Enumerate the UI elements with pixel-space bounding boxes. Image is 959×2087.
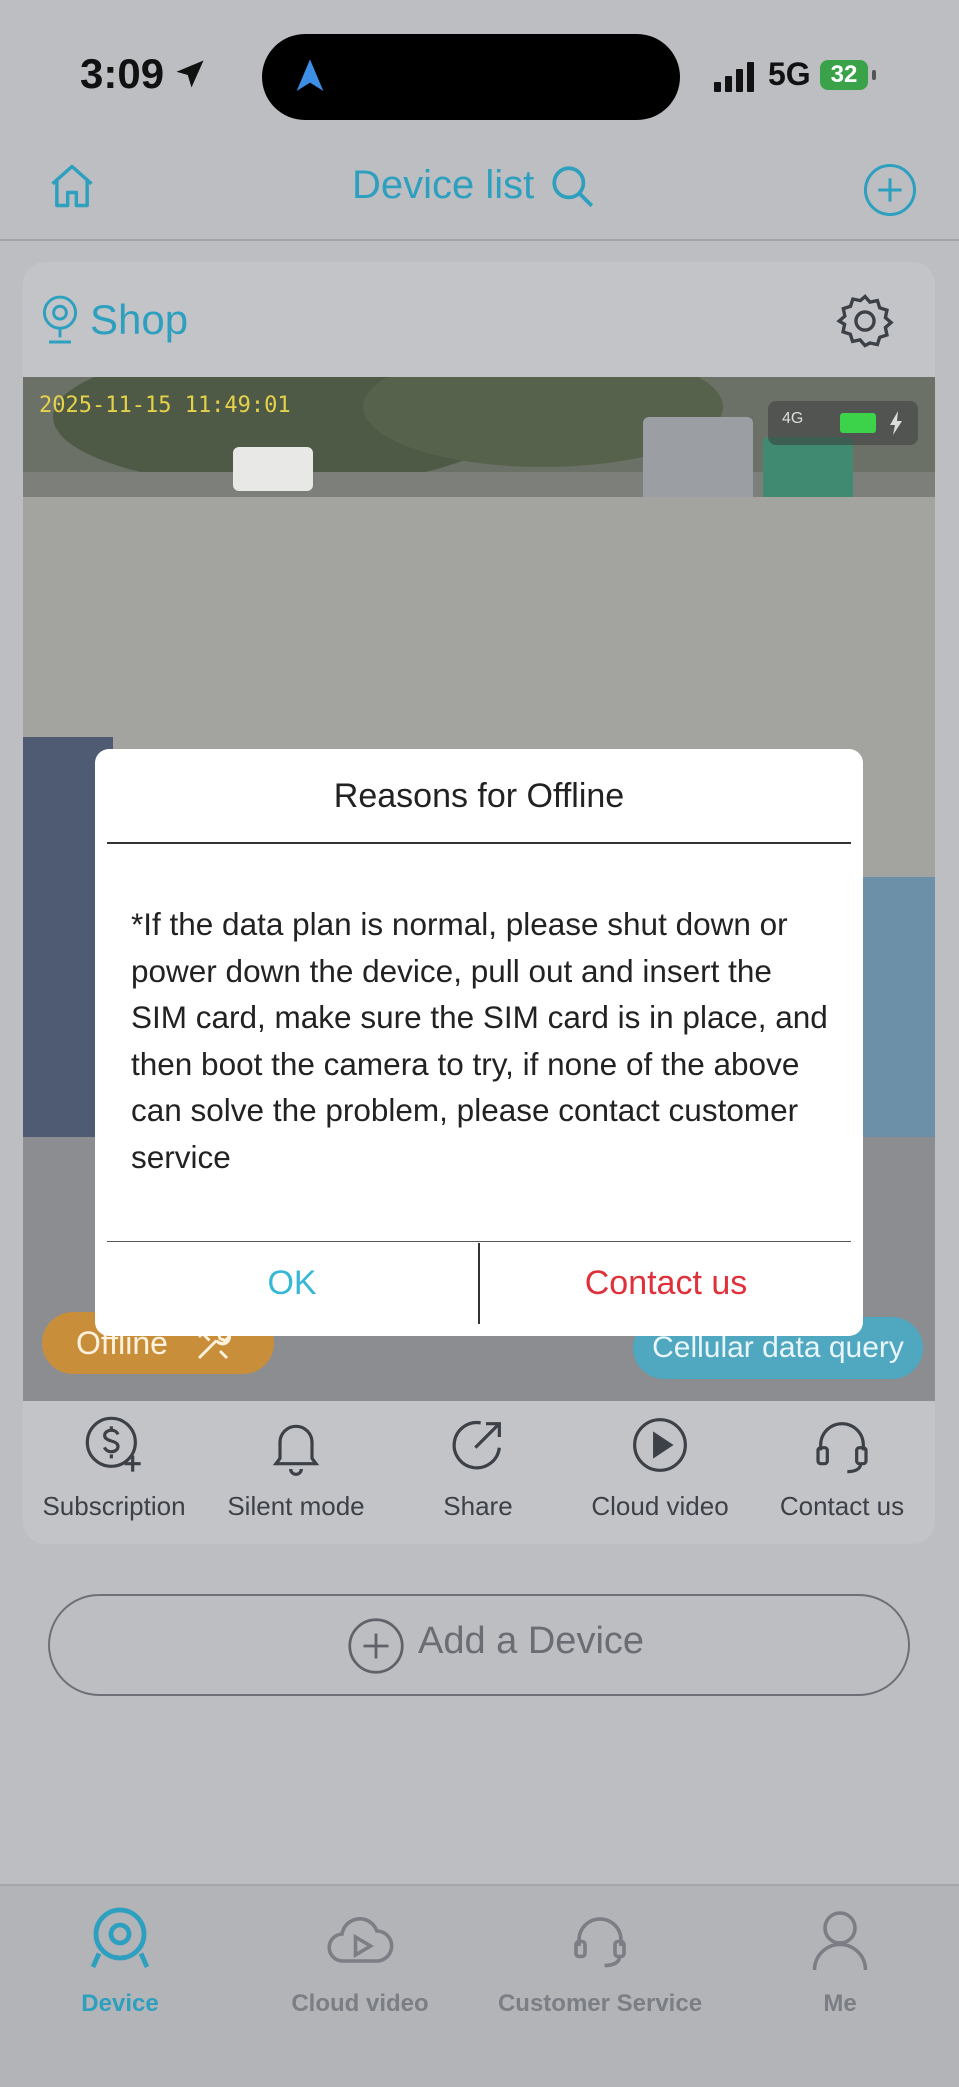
battery-indicator: 32 bbox=[820, 60, 868, 90]
add-device-plus-icon bbox=[346, 1616, 406, 1676]
location-arrow-icon bbox=[172, 56, 208, 92]
nav-cloud-video[interactable]: Cloud video bbox=[240, 1904, 480, 2018]
dialog-divider-bottom bbox=[107, 1241, 851, 1242]
header-divider bbox=[0, 239, 959, 241]
device-name: Shop bbox=[90, 296, 189, 343]
nav-customer-service[interactable]: Customer Service bbox=[480, 1904, 720, 2018]
user-icon bbox=[804, 1904, 876, 1976]
dialog-divider-top bbox=[107, 842, 851, 844]
dialog-title: Reasons for Offline bbox=[333, 777, 625, 815]
contact-us-action[interactable]: Contact us bbox=[751, 1413, 933, 1522]
contact-us-button[interactable]: Contact us bbox=[481, 1243, 851, 1323]
camera-status-badge: 4G bbox=[768, 401, 918, 445]
dollar-plus-icon bbox=[82, 1413, 146, 1477]
home-icon[interactable] bbox=[46, 160, 98, 212]
location-pin-icon bbox=[38, 294, 82, 346]
nav-label: Cloud video bbox=[291, 1990, 429, 2017]
headset-icon bbox=[810, 1413, 874, 1477]
action-label: Cloud video bbox=[591, 1491, 729, 1521]
dynamic-island bbox=[262, 34, 680, 120]
action-label: Contact us bbox=[779, 1491, 905, 1521]
cloud-play-icon bbox=[324, 1904, 396, 1976]
action-label: Silent mode bbox=[227, 1491, 365, 1521]
signal-icon bbox=[714, 62, 760, 92]
camera-network-label: 4G bbox=[782, 410, 804, 427]
action-label: Subscription bbox=[42, 1491, 186, 1521]
headset-icon bbox=[564, 1904, 636, 1976]
settings-gear-icon[interactable] bbox=[834, 290, 896, 352]
page-title: Device list bbox=[352, 163, 535, 207]
dialog-button-divider bbox=[478, 1243, 480, 1324]
ok-button[interactable]: OK bbox=[107, 1243, 477, 1323]
navigation-arrow-icon bbox=[290, 56, 330, 96]
nav-device[interactable]: Device bbox=[0, 1904, 240, 2018]
offline-reasons-dialog: Reasons for Offline *If the data plan is… bbox=[95, 749, 863, 1336]
camera-battery-icon bbox=[840, 413, 876, 433]
device-action-bar: Subscription Silent mode Share Cloud vid… bbox=[23, 1405, 935, 1545]
play-circle-icon bbox=[628, 1413, 692, 1477]
nav-label: Customer Service bbox=[497, 1990, 703, 2017]
silent-mode-action[interactable]: Silent mode bbox=[205, 1413, 387, 1522]
bottom-nav: Device Cloud video Customer Service Me bbox=[0, 1884, 959, 2087]
add-circle-icon[interactable] bbox=[862, 162, 918, 218]
app-header: Device list bbox=[0, 140, 959, 240]
bell-icon bbox=[264, 1413, 328, 1477]
nav-label: Device bbox=[81, 1990, 159, 2017]
nav-me[interactable]: Me bbox=[720, 1904, 959, 2018]
video-timestamp: 2025-11-15 11:49:01 bbox=[39, 393, 291, 418]
charging-bolt-icon bbox=[888, 411, 904, 435]
subscription-action[interactable]: Subscription bbox=[23, 1413, 205, 1522]
camera-icon bbox=[84, 1904, 156, 1976]
dialog-message: *If the data plan is normal, please shut… bbox=[131, 906, 828, 1175]
action-label: Share bbox=[443, 1491, 513, 1521]
cloud-video-action[interactable]: Cloud video bbox=[569, 1413, 751, 1522]
battery-tip bbox=[872, 70, 876, 80]
network-type: 5G bbox=[768, 56, 811, 92]
search-icon[interactable] bbox=[548, 162, 598, 212]
status-time: 3:09 bbox=[80, 50, 165, 97]
add-device-label: Add a Device bbox=[418, 1620, 645, 1662]
nav-label: Me bbox=[823, 1990, 857, 2017]
share-action[interactable]: Share bbox=[387, 1413, 569, 1522]
share-icon bbox=[446, 1413, 510, 1477]
